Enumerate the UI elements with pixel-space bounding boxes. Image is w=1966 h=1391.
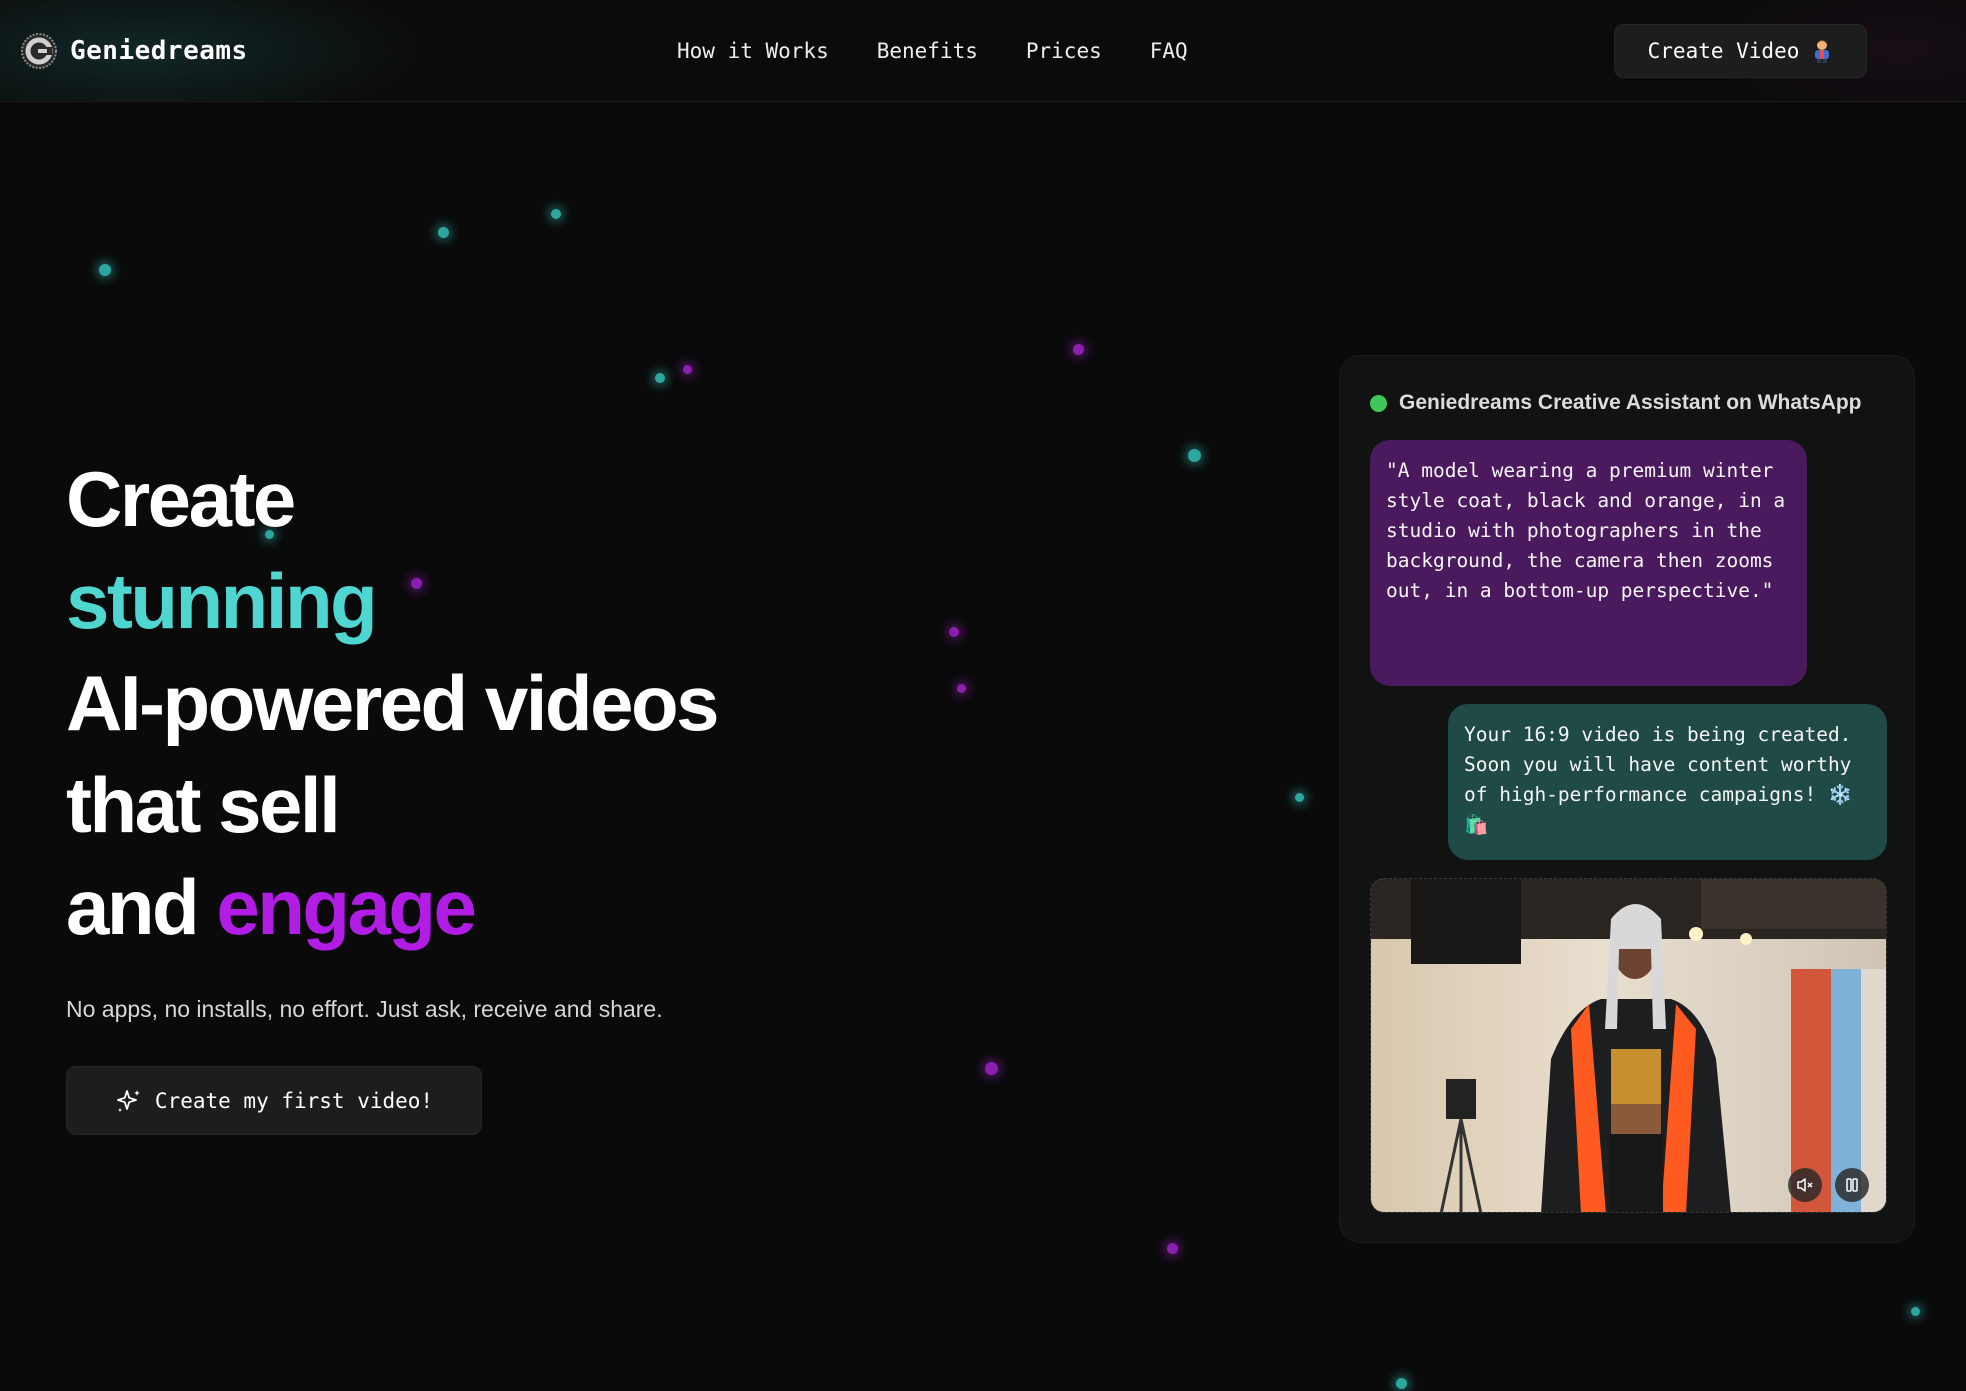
sparkle-icon: [117, 1089, 140, 1112]
hero-headline: Create stunning AI-powered videos that s…: [66, 448, 966, 958]
pause-button[interactable]: [1835, 1168, 1869, 1202]
generated-video-player[interactable]: [1370, 878, 1887, 1213]
user-message-bubble: "A model wearing a premium winter style …: [1370, 440, 1807, 686]
headline-line-3: AI-powered videos: [66, 659, 719, 747]
nav-benefits[interactable]: Benefits: [877, 39, 978, 63]
headline-line-4: that sell: [66, 761, 341, 849]
nav-prices[interactable]: Prices: [1026, 39, 1102, 63]
nav-how-it-works[interactable]: How it Works: [677, 39, 829, 63]
create-first-video-button[interactable]: Create my first video!: [66, 1066, 482, 1135]
particle: [1295, 793, 1304, 802]
main-nav: How it Works Benefits Prices FAQ: [677, 36, 1188, 66]
headline-engage: engage: [216, 863, 477, 951]
headline-and: and: [66, 863, 217, 951]
particle: [438, 227, 449, 238]
headline-line-5: and engage: [66, 856, 966, 958]
headline-line-1: Create: [66, 455, 296, 543]
particle: [1188, 449, 1201, 462]
create-first-video-label: Create my first video!: [154, 1088, 434, 1113]
assistant-message-bubble: Your 16:9 video is being created. Soon y…: [1448, 704, 1887, 860]
logo[interactable]: Geniedreams: [20, 30, 248, 72]
video-frame-image: [1371, 879, 1886, 1212]
particle: [551, 209, 561, 219]
create-video-button[interactable]: Create Video: [1614, 24, 1867, 78]
site-header: Geniedreams How it Works Benefits Prices…: [0, 0, 1966, 102]
person-emoji-icon: [1815, 40, 1830, 63]
particle: [1167, 1243, 1178, 1254]
particle: [99, 264, 111, 276]
particle: [1396, 1378, 1407, 1389]
pause-icon: [1846, 1178, 1858, 1192]
particle: [683, 365, 692, 374]
hero-subtitle: No apps, no installs, no effort. Just as…: [66, 996, 663, 1022]
particle: [985, 1062, 998, 1075]
online-status-indicator: [1370, 394, 1387, 412]
geniedreams-logo-icon: [21, 33, 57, 69]
mute-button[interactable]: [1788, 1168, 1822, 1202]
logo-text: Geniedreams: [70, 36, 248, 66]
create-video-label: Create Video: [1647, 39, 1800, 63]
whatsapp-chat-card: Geniedreams Creative Assistant on WhatsA…: [1339, 355, 1915, 1243]
chat-header: Geniedreams Creative Assistant on WhatsA…: [1370, 388, 1862, 418]
mute-icon: [1797, 1178, 1813, 1192]
chat-title: Geniedreams Creative Assistant on WhatsA…: [1399, 391, 1862, 414]
particle: [655, 373, 665, 383]
nav-faq[interactable]: FAQ: [1150, 39, 1188, 63]
headline-line-2: stunning: [66, 557, 378, 645]
particle: [1073, 344, 1084, 355]
particle: [1911, 1307, 1920, 1316]
